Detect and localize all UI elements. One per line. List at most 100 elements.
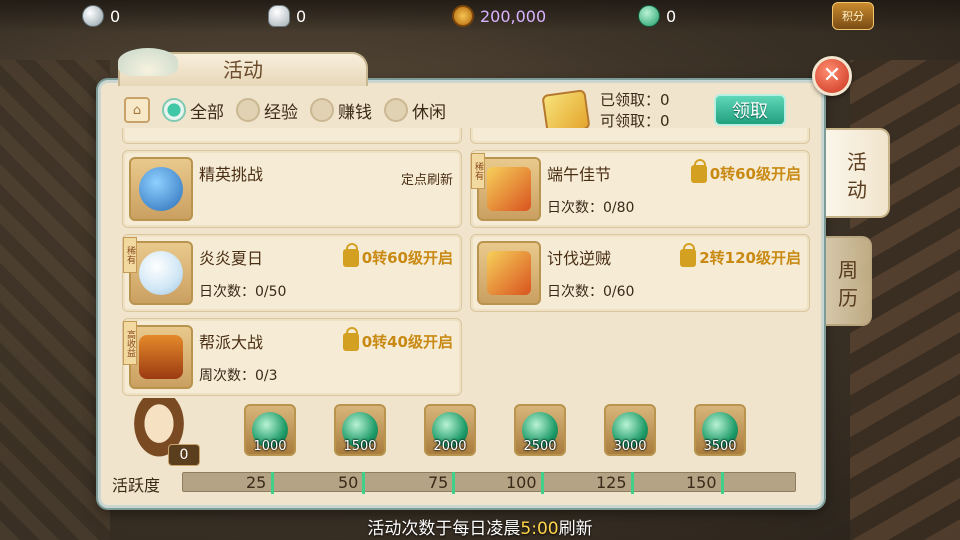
close-button[interactable]: ✕ (812, 56, 852, 96)
activity-icon-frame (477, 157, 541, 221)
reward-threshold: 1000 (253, 439, 287, 454)
notice-post: 刷新 (558, 519, 593, 539)
lock-icon (342, 242, 359, 267)
daily-count: 日次数：0/60 (547, 284, 635, 300)
activity-label: 活跃度 (112, 476, 161, 495)
list-item-partial (122, 128, 462, 144)
activity-title: 帮派大战 (199, 333, 264, 352)
reward-chest[interactable]: 3000 (604, 404, 656, 456)
unlock-text: 0转60级开启 (709, 165, 801, 183)
gift-box-icon (487, 167, 531, 211)
ingot-amount: 0 (296, 6, 307, 26)
filter-row: ⌂ 全部 经验 赚钱 休闲 (124, 96, 446, 124)
rare-tag: 稀有 (471, 153, 485, 189)
refresh-note: 定点刷新 (400, 173, 453, 188)
filter-exp[interactable]: 经验 (236, 98, 298, 123)
jade-icon (638, 5, 660, 27)
reward-threshold: 2000 (433, 439, 467, 454)
reward-chest[interactable]: 2500 (514, 404, 566, 456)
activity-title: 讨伐逆贼 (547, 249, 612, 268)
reward-chest[interactable]: 3500 (694, 404, 746, 456)
unlock-requirement: 0转60级开启 (342, 242, 453, 268)
score-button[interactable]: 积分 (832, 2, 874, 30)
silver-ingot-icon (268, 5, 290, 27)
tab-activity[interactable]: 活动 (826, 128, 890, 218)
activity-list[interactable]: 精英挑战 定点刷新 稀有 端午佳节 0转60级开启 日次数：0/80 稀有 炎炎… (120, 128, 810, 396)
copper-coin-icon (452, 5, 474, 27)
reward-threshold: 1500 (343, 439, 377, 454)
list-item[interactable]: 稀有 端午佳节 0转60级开启 日次数：0/80 (470, 150, 810, 228)
lotus-decoration-icon (118, 48, 178, 76)
unlock-text: 2转120级开启 (699, 249, 801, 267)
list-item[interactable]: 讨伐逆贼 2转120级开启 日次数：0/60 (470, 234, 810, 312)
milestone-label: 75 (428, 473, 449, 492)
reward-threshold: 3500 (703, 439, 737, 454)
tab-label: 活动 (847, 150, 867, 202)
filter-money[interactable]: 赚钱 (310, 98, 372, 123)
activity-icon-frame (129, 157, 193, 221)
unlock-requirement: 0转40级开启 (342, 326, 453, 352)
notice-time: 5:00 (520, 519, 559, 539)
claim-info: 已领取：0 可领取：0 (600, 90, 670, 132)
list-item[interactable]: 稀有 炎炎夏日 0转60级开启 日次数：0/50 (122, 234, 462, 312)
reward-chest[interactable]: 2000 (424, 404, 476, 456)
daily-count: 日次数：0/80 (547, 200, 635, 216)
activity-value: 0 (168, 444, 200, 466)
claim-button[interactable]: 领取 (714, 94, 786, 126)
filter-label: 休闲 (412, 102, 446, 123)
milestone-label: 25 (246, 473, 267, 492)
notice-pre: 活动次数于每日凌晨 (367, 519, 521, 539)
unlock-text: 0转60级开启 (361, 249, 453, 267)
ingot-resource: 0 (268, 4, 306, 28)
filter-all[interactable]: 全部 (162, 98, 224, 123)
activity-title: 端午佳节 (547, 165, 612, 184)
coin-amount: 200,000 (480, 6, 547, 26)
radio-selected-icon (162, 98, 186, 122)
score-label: 积分 (842, 10, 864, 23)
milestone-tick (271, 472, 274, 494)
milestone-tick (452, 472, 455, 494)
activity-icon-frame (129, 325, 193, 389)
milestone-tick (541, 472, 544, 494)
home-icon: ⌂ (124, 97, 150, 123)
high-yield-tag: 高收益 (123, 321, 137, 365)
list-item[interactable]: 精英挑战 定点刷新 (122, 150, 462, 228)
reward-chest[interactable]: 1000 (244, 404, 296, 456)
daily-count: 日次数：0/50 (199, 284, 287, 300)
radio-icon (236, 98, 260, 122)
gift-box-icon (487, 251, 531, 295)
tab-weekly-calendar[interactable]: 周历 (826, 236, 872, 326)
milestone-label: 50 (338, 473, 359, 492)
radio-icon (310, 98, 334, 122)
list-item-partial (470, 128, 810, 144)
reward-threshold: 3000 (613, 439, 647, 454)
pagoda-icon (139, 335, 183, 379)
activity-icon-frame (129, 241, 193, 305)
claimed-count: 已领取：0 (600, 91, 670, 109)
tab-label: 周历 (838, 258, 858, 310)
snowball-icon (139, 251, 183, 295)
reward-chest[interactable]: 1500 (334, 404, 386, 456)
filter-label: 经验 (264, 102, 298, 123)
silver-coin-icon (82, 5, 104, 27)
weekly-count: 周次数：0/3 (199, 368, 278, 384)
milestone-label: 125 (596, 473, 627, 492)
milestone-tick (362, 472, 365, 494)
lock-icon (342, 326, 359, 351)
background-left-decor (0, 60, 110, 540)
activity-title: 炎炎夏日 (199, 249, 264, 268)
coin-resource: 200,000 (452, 4, 546, 28)
milestone-tick (631, 472, 634, 494)
jade-resource: 0 (638, 4, 676, 28)
milestone-tick (721, 472, 724, 494)
radio-icon (384, 98, 408, 122)
filter-label: 赚钱 (338, 102, 372, 123)
lock-icon (680, 242, 697, 267)
filter-leisure[interactable]: 休闲 (384, 98, 446, 123)
silver-resource: 0 (82, 4, 120, 28)
activity-title: 精英挑战 (199, 165, 264, 184)
unlock-text: 0转40级开启 (361, 333, 453, 351)
list-item[interactable]: 高收益 帮派大战 0转40级开启 周次数：0/3 (122, 318, 462, 396)
refresh-notice: 活动次数于每日凌晨5:00刷新 (0, 514, 960, 539)
unlock-requirement: 0转60级开启 (690, 158, 801, 184)
